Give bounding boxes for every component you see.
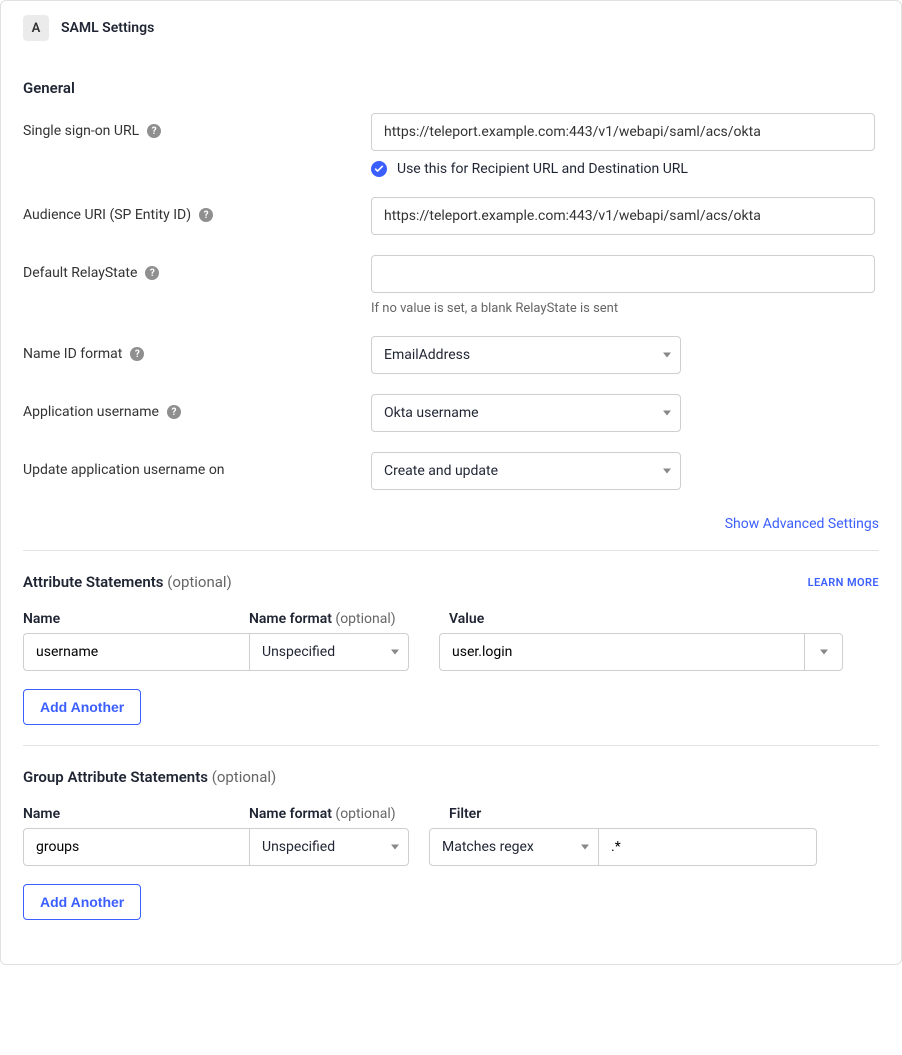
attr-value-dropdown-button[interactable]: [805, 633, 843, 671]
help-icon[interactable]: ?: [147, 124, 161, 138]
label-audience: Audience URI (SP Entity ID) ?: [23, 197, 371, 223]
row-nameid: Name ID format ? EmailAddress: [23, 336, 879, 374]
group-format-select[interactable]: Unspecified: [249, 828, 409, 866]
filter-op-value: Matches regex: [442, 839, 534, 855]
optional-text: (optional): [335, 611, 395, 627]
optional-text: (optional): [335, 806, 395, 822]
general-heading: General: [23, 79, 879, 97]
add-group-attribute-button[interactable]: Add Another: [23, 884, 141, 920]
help-icon[interactable]: ?: [167, 405, 181, 419]
label-text: Single sign-on URL: [23, 123, 139, 139]
advanced-settings-row: Show Advanced Settings: [1, 510, 901, 550]
attr-format-select[interactable]: Unspecified: [249, 633, 409, 671]
col-name: Name: [23, 611, 249, 627]
row-app-username: Application username ? Okta username: [23, 394, 879, 432]
group-attribute-heading: Group Attribute Statements (optional): [23, 768, 276, 786]
col-value: Value: [449, 611, 879, 627]
step-badge: A: [23, 15, 49, 41]
chevron-down-icon: [391, 845, 399, 850]
attribute-col-headers: Name Name format (optional) Value: [1, 591, 901, 633]
col-format: Name format (optional): [249, 611, 449, 627]
use-for-recipient-checkbox[interactable]: [371, 161, 387, 177]
audience-input[interactable]: [371, 197, 875, 235]
col-format-text: Name format: [249, 611, 332, 627]
label-sso-url: Single sign-on URL ?: [23, 113, 371, 139]
group-attribute-heading-text: Group Attribute Statements: [23, 768, 208, 786]
app-username-value: Okta username: [384, 405, 479, 421]
label-text: Name ID format: [23, 346, 122, 362]
label-text: Application username: [23, 404, 159, 420]
help-icon[interactable]: ?: [199, 208, 213, 222]
show-advanced-link[interactable]: Show Advanced Settings: [725, 516, 879, 532]
row-sso-url: Single sign-on URL ? Use this for Recipi…: [23, 113, 879, 177]
panel-header: A SAML Settings: [1, 1, 901, 51]
app-username-select[interactable]: Okta username: [371, 394, 681, 432]
panel-title: SAML Settings: [61, 20, 154, 36]
label-update-on: Update application username on: [23, 452, 371, 478]
optional-text: (optional): [212, 768, 277, 786]
nameid-select[interactable]: EmailAddress: [371, 336, 681, 374]
sso-url-input[interactable]: [371, 113, 875, 151]
chevron-down-icon: [820, 650, 828, 655]
use-for-recipient-row: Use this for Recipient URL and Destinati…: [371, 161, 879, 177]
group-format-value: Unspecified: [262, 839, 335, 855]
add-group-attr-row: Add Another: [1, 866, 901, 940]
group-col-headers: Name Name format (optional) Filter: [1, 786, 901, 828]
col-format: Name format (optional): [249, 806, 449, 822]
optional-text: (optional): [167, 573, 232, 591]
update-on-select[interactable]: Create and update: [371, 452, 681, 490]
attr-value-wrap: [439, 633, 843, 671]
filter-op-select[interactable]: Matches regex: [429, 828, 599, 866]
chevron-down-icon: [663, 411, 671, 416]
row-update-on: Update application username on Create an…: [23, 452, 879, 490]
group-attribute-section-header: Group Attribute Statements (optional): [1, 746, 901, 786]
use-for-recipient-label: Use this for Recipient URL and Destinati…: [397, 161, 688, 177]
col-name: Name: [23, 806, 249, 822]
update-on-value: Create and update: [384, 463, 498, 479]
attribute-section-header: Attribute Statements (optional) LEARN MO…: [1, 551, 901, 591]
attribute-row: Unspecified: [1, 633, 901, 671]
filter-value-input[interactable]: [599, 828, 817, 866]
chevron-down-icon: [581, 845, 589, 850]
relaystate-input[interactable]: [371, 255, 875, 293]
label-nameid: Name ID format ?: [23, 336, 371, 362]
group-name-input[interactable]: [23, 828, 249, 866]
chevron-down-icon: [663, 469, 671, 474]
attribute-heading: Attribute Statements (optional): [23, 573, 232, 591]
label-app-username: Application username ?: [23, 394, 371, 420]
add-attribute-button[interactable]: Add Another: [23, 689, 141, 725]
col-format-text: Name format: [249, 806, 332, 822]
attr-format-value: Unspecified: [262, 644, 335, 660]
label-text: Default RelayState: [23, 265, 137, 281]
col-filter: Filter: [449, 806, 879, 822]
chevron-down-icon: [663, 353, 671, 358]
chevron-down-icon: [391, 650, 399, 655]
label-text: Update application username on: [23, 462, 225, 478]
nameid-value: EmailAddress: [384, 347, 470, 363]
attribute-heading-text: Attribute Statements: [23, 573, 164, 591]
saml-settings-panel: A SAML Settings General Single sign-on U…: [0, 0, 902, 965]
add-attr-row: Add Another: [1, 671, 901, 745]
help-icon[interactable]: ?: [145, 266, 159, 280]
general-section: General Single sign-on URL ? Use this fo…: [1, 51, 901, 490]
relaystate-hint: If no value is set, a blank RelayState i…: [371, 301, 879, 316]
learn-more-link[interactable]: LEARN MORE: [808, 576, 879, 589]
attr-value-input[interactable]: [439, 633, 805, 671]
row-audience: Audience URI (SP Entity ID) ?: [23, 197, 879, 235]
label-relaystate: Default RelayState ?: [23, 255, 371, 281]
attr-name-input[interactable]: [23, 633, 249, 671]
help-icon[interactable]: ?: [130, 347, 144, 361]
row-relaystate: Default RelayState ? If no value is set,…: [23, 255, 879, 316]
group-attribute-row: Unspecified Matches regex: [1, 828, 901, 866]
check-icon: [374, 164, 384, 174]
label-text: Audience URI (SP Entity ID): [23, 207, 191, 223]
